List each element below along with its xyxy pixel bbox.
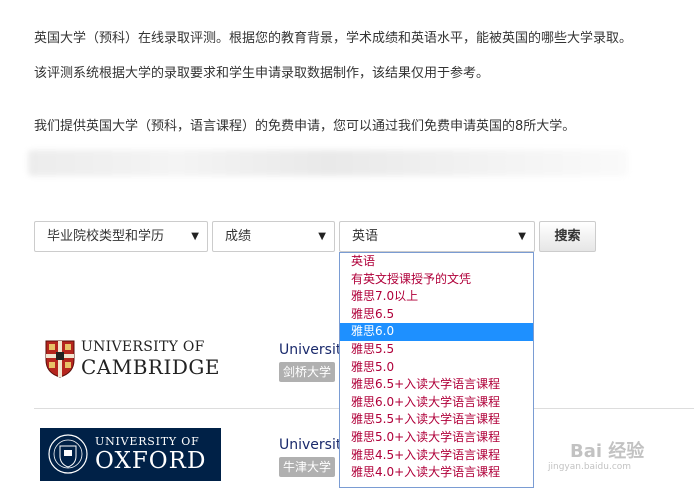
- dropdown-option[interactable]: 雅思6.5: [340, 306, 533, 324]
- dropdown-arrow-icon: ▼: [518, 231, 526, 242]
- cambridge-link[interactable]: Universit: [279, 342, 341, 358]
- cambridge-tag: 剑桥大学: [279, 362, 336, 382]
- cambridge-logo-line-2: CAMBRIDGE: [81, 355, 220, 379]
- dropdown-option[interactable]: 雅思4.0+入读大学语言课程: [340, 464, 533, 482]
- dropdown-arrow-icon: ▼: [191, 231, 199, 242]
- blurred-banner: [28, 150, 628, 176]
- grade-select[interactable]: 成绩 ▼: [212, 221, 335, 252]
- dropdown-option[interactable]: 雅思6.0: [340, 323, 533, 341]
- dropdown-option[interactable]: 雅思7.0以上: [340, 288, 533, 306]
- cambridge-logo[interactable]: UNIVERSITY OF CAMBRIDGE: [45, 338, 220, 380]
- dropdown-option[interactable]: 雅思5.0: [340, 359, 533, 377]
- dropdown-option[interactable]: 雅思5.0+入读大学语言课程: [340, 429, 533, 447]
- oxford-logo[interactable]: UNIVERSITY OF OXFORD: [40, 428, 221, 481]
- cambridge-logo-line-1: UNIVERSITY OF: [81, 339, 205, 355]
- dropdown-option[interactable]: 英语: [340, 253, 533, 271]
- school-type-select-value: 毕业院校类型和学历: [47, 229, 165, 244]
- search-button[interactable]: 搜索: [539, 221, 596, 252]
- oxford-logo-line-2: OXFORD: [95, 448, 207, 474]
- dropdown-option[interactable]: 有英文授课授予的文凭: [340, 271, 533, 289]
- intro-text-line-1: 英国大学（预科）在线录取评测。根据您的教育背景，学术成绩和英语水平，能被英国的哪…: [34, 31, 633, 46]
- language-select-value: 英语: [352, 229, 379, 244]
- dropdown-option[interactable]: 雅思6.5+入读大学语言课程: [340, 376, 533, 394]
- language-select[interactable]: 英语 ▼: [339, 221, 535, 252]
- dropdown-option[interactable]: 雅思5.5+入读大学语言课程: [340, 411, 533, 429]
- cambridge-crest-icon: [45, 340, 75, 378]
- watermark-title: Bai 经验: [570, 441, 645, 462]
- dropdown-option[interactable]: 雅思6.0+入读大学语言课程: [340, 394, 533, 412]
- oxford-crest-icon: [48, 434, 88, 474]
- language-dropdown-list[interactable]: 英语 有英文授课授予的文凭 雅思7.0以上 雅思6.5 雅思6.0 雅思5.5 …: [339, 252, 534, 488]
- oxford-link[interactable]: Universit: [279, 437, 341, 453]
- intro-text-line-2: 该评测系统根据大学的录取要求和学生申请录取数据制作，该结果仅用于参考。: [34, 66, 490, 81]
- dropdown-option[interactable]: 雅思5.5: [340, 341, 533, 359]
- dropdown-option[interactable]: 雅思4.5+入读大学语言课程: [340, 447, 533, 465]
- dropdown-arrow-icon: ▼: [318, 231, 326, 242]
- intro-text-line-3: 我们提供英国大学（预科，语言课程）的免费申请，您可以通过我们免费申请英国的8所大…: [34, 119, 576, 134]
- oxford-tag: 牛津大学: [279, 457, 336, 477]
- oxford-logo-line-1: UNIVERSITY OF: [95, 435, 200, 448]
- school-type-select[interactable]: 毕业院校类型和学历 ▼: [34, 221, 208, 252]
- grade-select-value: 成绩: [225, 229, 252, 244]
- watermark-url: jingyan.baidu.com: [548, 462, 632, 472]
